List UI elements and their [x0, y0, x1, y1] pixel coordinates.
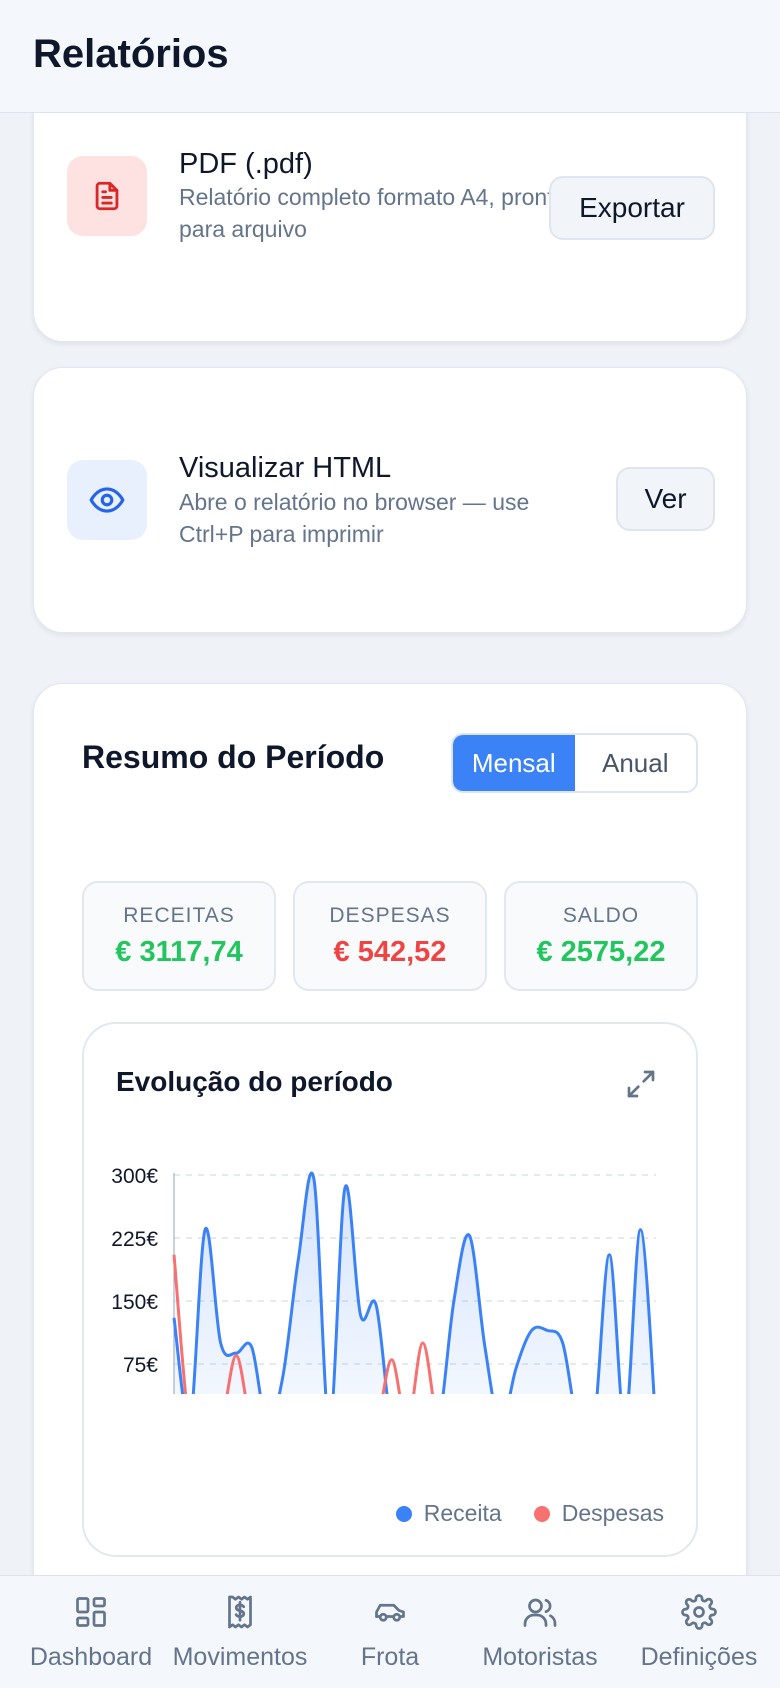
legend-label: Receita	[423, 1500, 502, 1526]
app-header: Relatórios	[0, 0, 780, 113]
gear-icon	[681, 1576, 717, 1635]
view-html-card: Visualizar HTML Abre o relatório no brow…	[33, 367, 747, 633]
y-tick-label: 75€	[123, 1354, 158, 1377]
y-tick-label: 300€	[111, 1165, 158, 1188]
nav-item-movimentos[interactable]: Movimentos	[162, 1576, 318, 1688]
stat-value: € 3117,74	[115, 936, 243, 968]
legend-dot	[533, 1505, 550, 1522]
bottom-nav: Dashboard Movimentos Frota Motoristas De…	[0, 1575, 780, 1688]
tab-mensal[interactable]: Mensal	[453, 735, 575, 791]
y-tick-label: 150€	[111, 1291, 158, 1314]
chart-legend: Receita Despesas	[395, 1500, 664, 1527]
legend-dot	[395, 1505, 412, 1522]
stat-receitas: RECEITAS € 3117,74	[82, 881, 276, 991]
receipt-icon	[222, 1576, 258, 1635]
y-tick-label: 225€	[111, 1228, 158, 1251]
users-icon	[522, 1576, 558, 1635]
nav-item-frota[interactable]: Frota	[318, 1576, 462, 1688]
chart-title: Evolução do período	[116, 1066, 393, 1097]
legend-item-despesas: Despesas	[533, 1500, 664, 1527]
nav-item-motoristas[interactable]: Motoristas	[462, 1576, 618, 1688]
tab-anual[interactable]: Anual	[575, 735, 697, 791]
evolution-chart-card: Evolução do período 0€75€150€225€300€1/3…	[82, 1022, 698, 1557]
eye-icon	[67, 460, 147, 540]
evolution-chart: 0€75€150€225€300€1/34/37/310/314/318/322…	[111, 1165, 656, 1394]
view-html-description: Abre o relatório no browser — use Ctrl+P…	[179, 489, 530, 547]
series-area-receita	[174, 1173, 654, 1394]
car-icon	[372, 1576, 408, 1635]
pdf-file-icon	[67, 156, 147, 236]
export-pdf-card: PDF (.pdf) Relatório completo formato A4…	[33, 80, 747, 342]
export-pdf-description: Relatório completo formato A4, pronto pa…	[179, 184, 567, 242]
export-pdf-title: PDF (.pdf)	[179, 148, 313, 180]
nav-item-definicoes[interactable]: Definições	[618, 1576, 780, 1688]
expand-icon[interactable]	[625, 1068, 657, 1100]
nav-label: Movimentos	[172, 1643, 308, 1671]
stat-despesas: DESPESAS € 542,52	[293, 881, 487, 991]
stat-saldo: SALDO € 2575,22	[504, 881, 698, 991]
period-toggle: Mensal Anual	[451, 733, 698, 793]
nav-label: Frota	[360, 1643, 420, 1671]
export-pdf-button[interactable]: Exportar	[549, 176, 715, 240]
legend-label: Despesas	[561, 1500, 664, 1526]
nav-label: Definições	[640, 1643, 758, 1671]
nav-label: Dashboard	[29, 1643, 153, 1671]
stat-value: € 542,52	[333, 936, 447, 968]
view-html-title: Visualizar HTML	[179, 452, 392, 484]
summary-title: Resumo do Período	[82, 739, 385, 775]
stat-label: DESPESAS	[329, 904, 451, 927]
nav-item-dashboard[interactable]: Dashboard	[0, 1576, 182, 1688]
period-summary-card: Resumo do Período Mensal Anual RECEITAS …	[33, 683, 747, 1688]
page-title: Relatórios	[33, 32, 229, 76]
view-html-button[interactable]: Ver	[616, 467, 715, 531]
dashboard-icon	[73, 1576, 109, 1635]
legend-item-receita: Receita	[395, 1500, 502, 1527]
stat-value: € 2575,22	[536, 936, 666, 968]
stat-label: RECEITAS	[123, 904, 235, 927]
stat-label: SALDO	[562, 904, 640, 927]
nav-label: Motoristas	[482, 1643, 598, 1671]
